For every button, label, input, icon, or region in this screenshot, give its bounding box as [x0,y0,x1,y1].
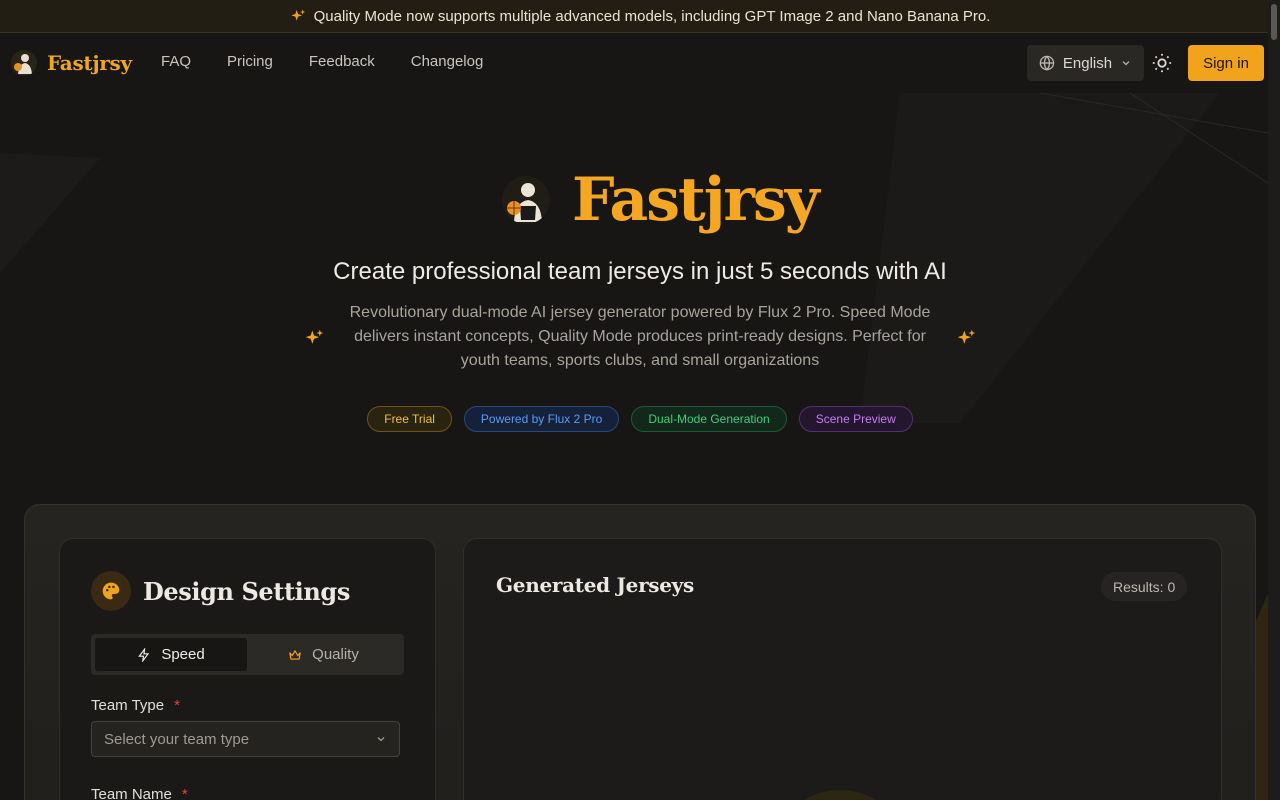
quality-mode-button[interactable]: Quality [247,638,400,671]
hero-brand: Fastjrsy [502,165,820,235]
lightning-icon [138,647,150,662]
brand-name: Fastjrsy [47,51,132,75]
nav-link-faq[interactable]: FAQ [161,53,191,70]
hero-description: Revolutionary dual-mode AI jersey genera… [349,304,931,369]
logo-icon [11,50,37,76]
nav-link-pricing[interactable]: Pricing [227,53,273,70]
nav-link-changelog[interactable]: Changelog [411,53,484,70]
design-settings-title: Design Settings [143,576,350,606]
badge-free-trial: Free Trial [367,406,452,432]
sparkles-icon [305,329,324,344]
top-nav: Fastjrsy FAQ Pricing Feedback Changelog … [0,33,1280,93]
mode-toggle: Speed Quality [91,634,404,675]
announcement-bar: Quality Mode now supports multiple advan… [0,0,1280,33]
palette-icon [91,571,131,611]
team-type-label: Team Type * [91,697,180,714]
language-label: English [1062,54,1113,72]
announcement-text: Quality Mode now supports multiple advan… [313,7,991,25]
generated-jerseys-title: Generated Jerseys [496,573,694,597]
chevron-down-icon [377,737,385,742]
hero-subtitle: Create professional team jerseys in just… [333,258,947,285]
scrollbar-thumb[interactable] [1271,4,1277,40]
chevron-down-icon [1122,61,1130,66]
quality-mode-label: Quality [312,646,359,663]
results-count: Results: 0 [1101,572,1188,601]
nav-link-feedback[interactable]: Feedback [309,53,375,70]
speed-mode-label: Speed [161,646,205,663]
badge-flux-2-pro: Powered by Flux 2 Pro [463,406,620,432]
team-type-select[interactable]: Select your team type [91,721,400,757]
team-name-label-text: Team Name [91,786,172,800]
team-name-label: Team Name * [91,786,188,800]
feature-badges: Free Trial Powered by Flux 2 Pro Dual-Mo… [0,406,1280,432]
badge-dual-mode: Dual-Mode Generation [631,406,787,432]
hero-logo-icon [502,176,550,224]
required-mark: * [181,786,188,800]
speed-mode-button[interactable]: Speed [95,638,247,671]
crown-icon [289,649,301,660]
badge-scene-preview: Scene Preview [798,406,913,432]
sparkles-icon [957,329,976,344]
language-selector[interactable]: English [1027,45,1144,81]
sparkles-icon [290,9,305,21]
team-type-label-text: Team Type [91,697,165,714]
scrollbar[interactable] [1268,0,1280,800]
globe-icon [1039,55,1055,71]
sun-icon[interactable] [1151,52,1173,74]
required-mark: * [174,697,180,714]
hero-title: Fastjrsy [572,165,820,235]
sign-in-button[interactable]: Sign in [1188,45,1264,81]
team-type-placeholder: Select your team type [104,730,250,748]
brand-logo[interactable]: Fastjrsy [11,50,132,76]
